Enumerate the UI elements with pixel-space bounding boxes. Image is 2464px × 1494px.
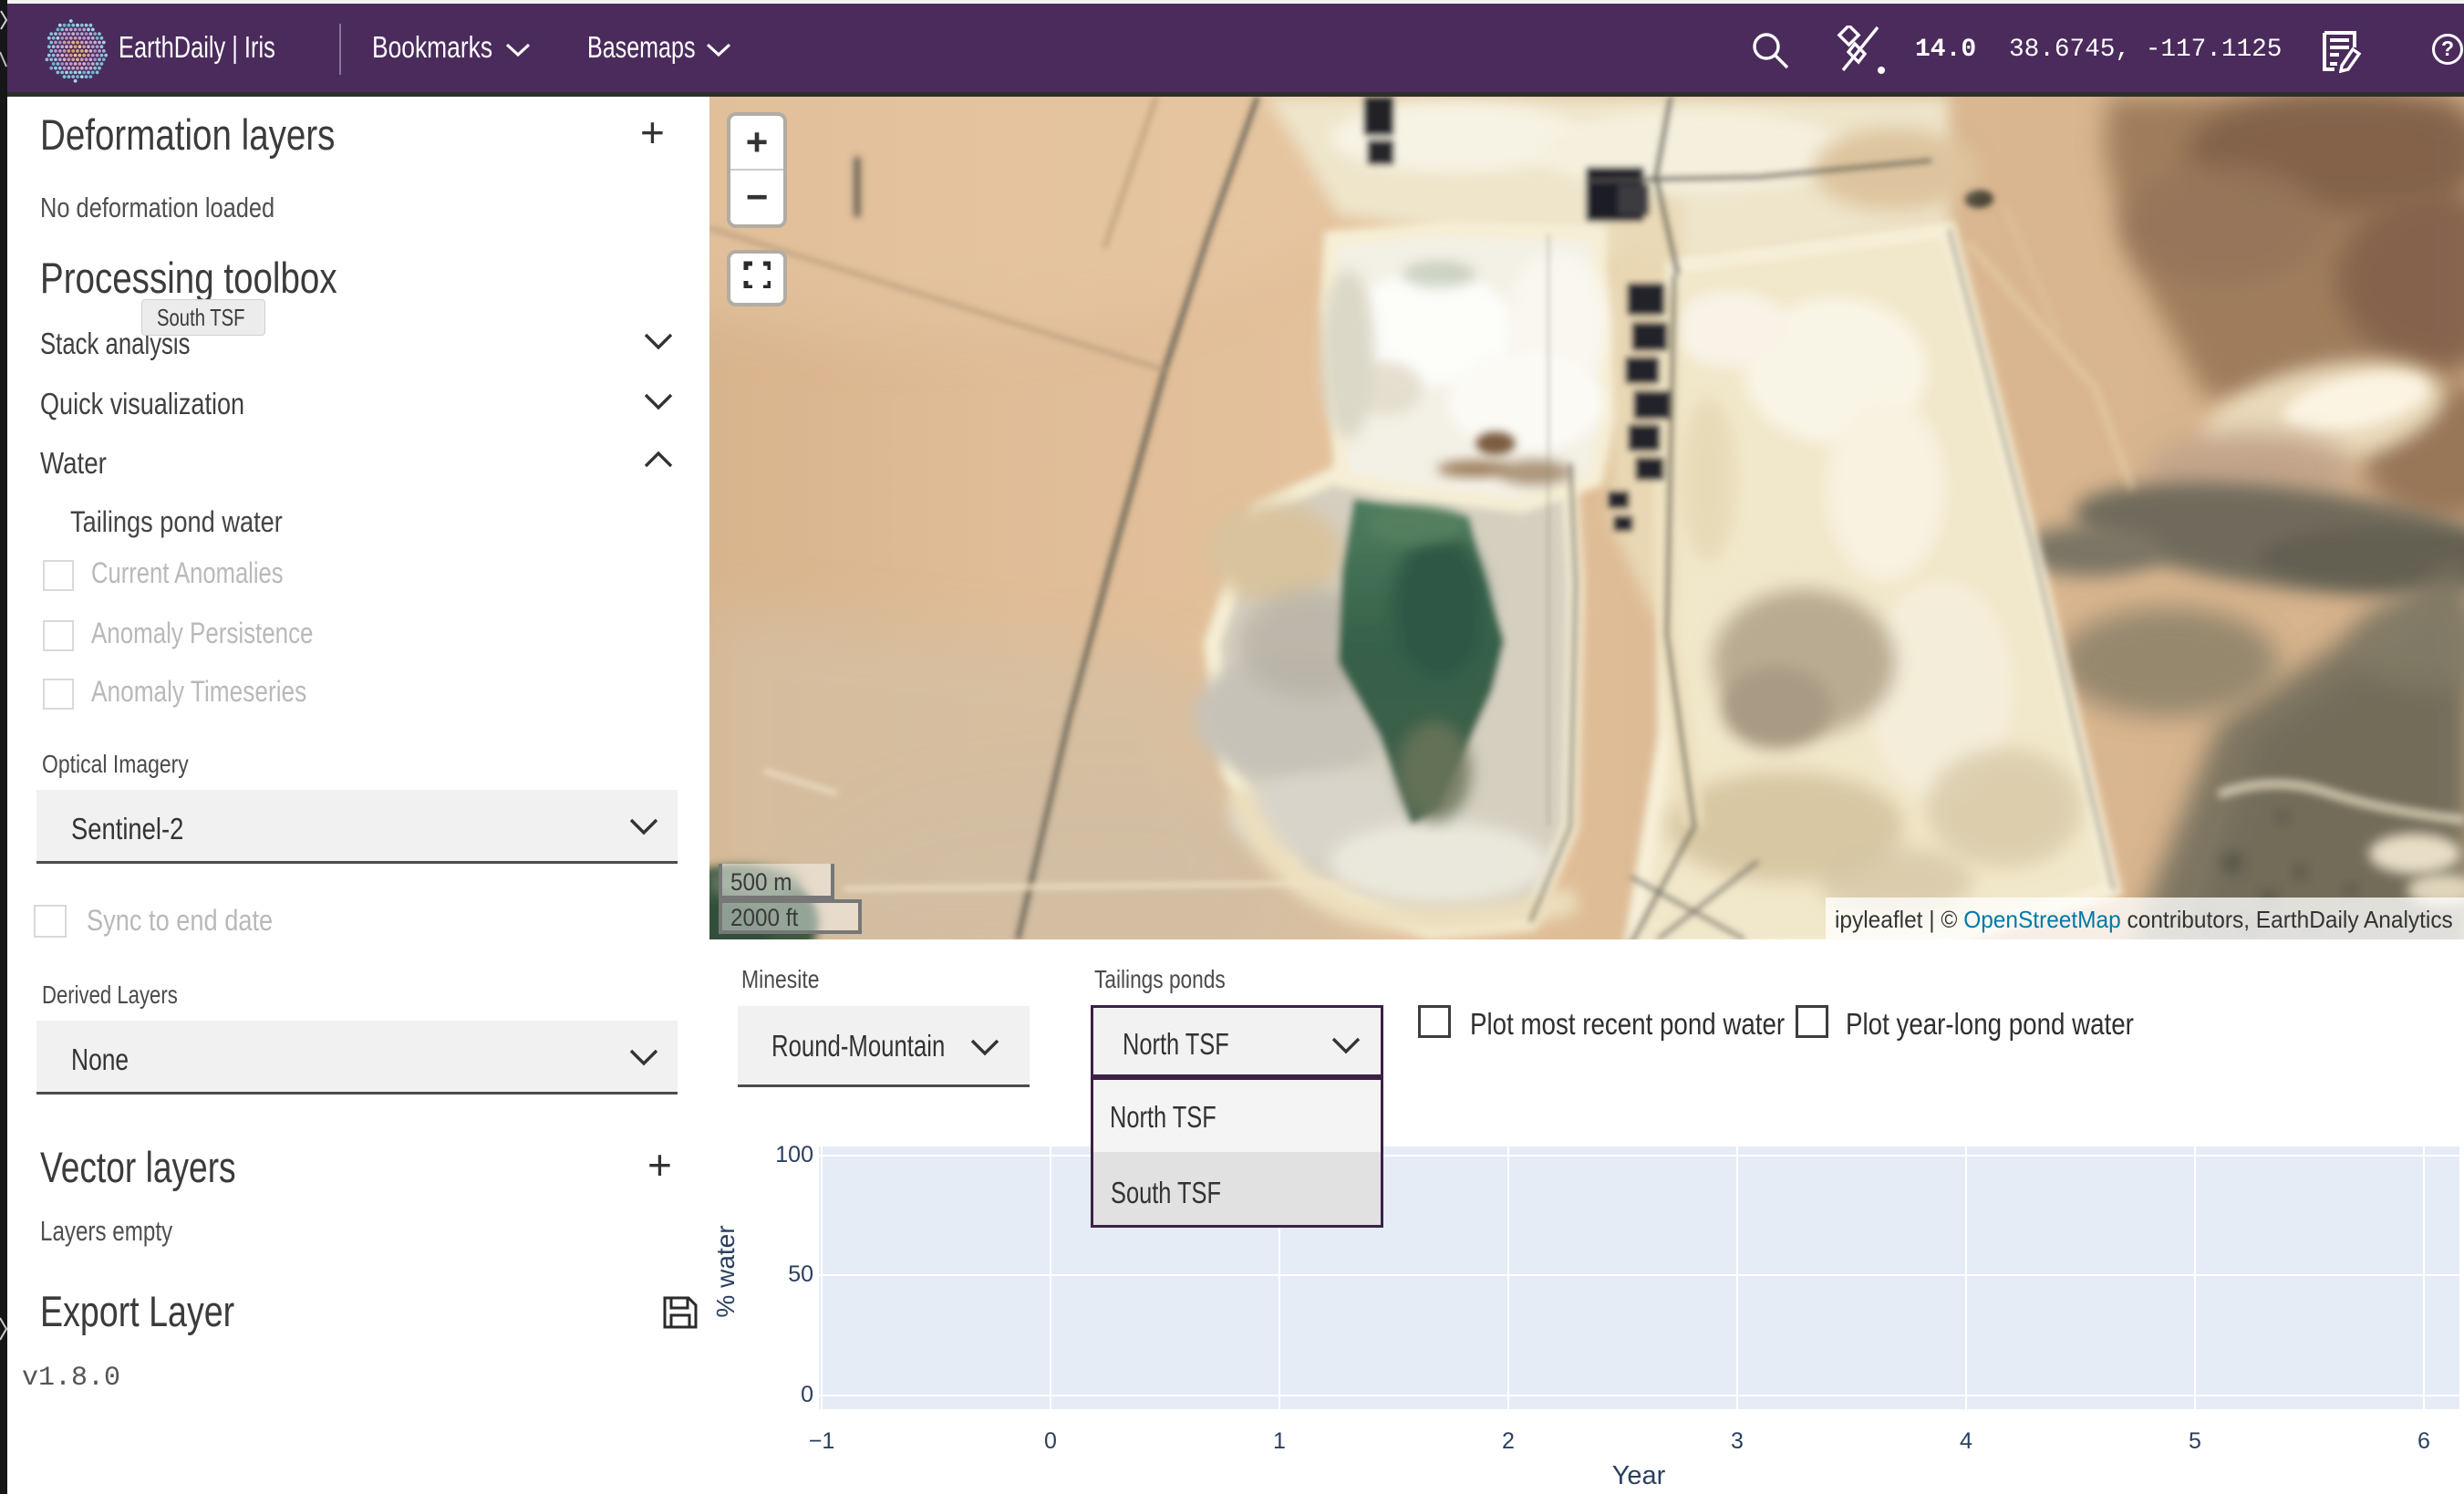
svg-text:?: ?	[2441, 36, 2454, 60]
